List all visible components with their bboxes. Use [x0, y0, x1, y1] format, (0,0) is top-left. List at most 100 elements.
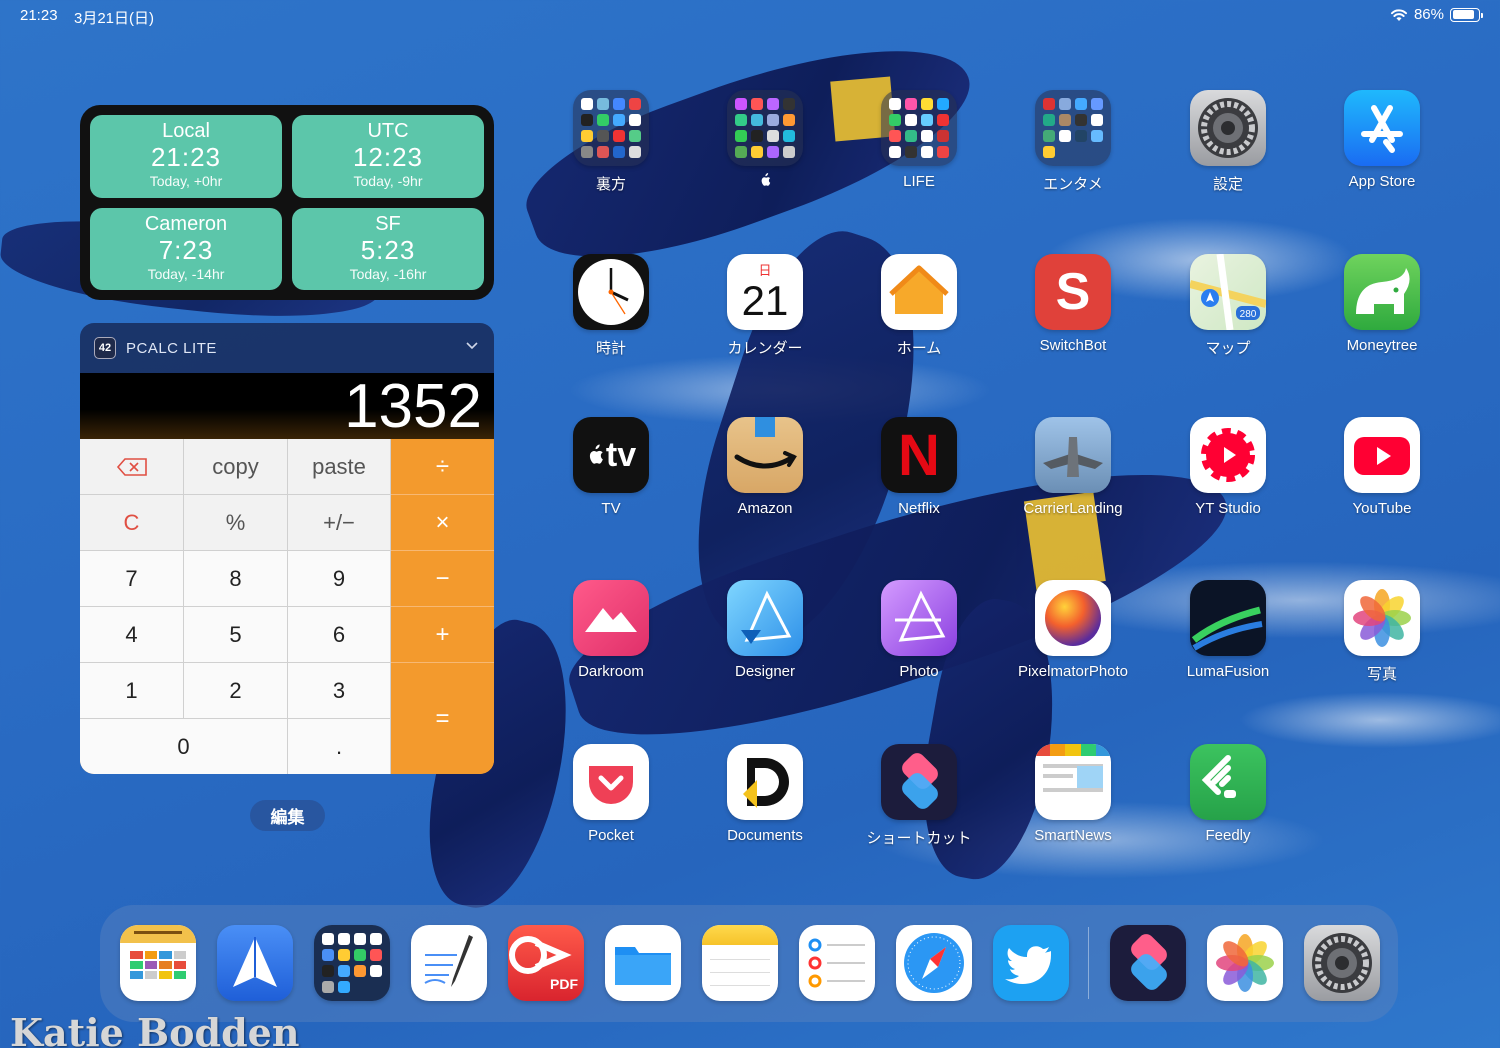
clock-offset: Today, -14hr: [147, 265, 225, 282]
digit-6-button[interactable]: 6: [288, 607, 391, 663]
app-calendar[interactable]: 日 21 カレンダー: [705, 254, 825, 358]
digit-0-button[interactable]: 0: [80, 719, 288, 774]
affinity-photo-icon: [881, 580, 957, 656]
app-pixelmator[interactable]: PixelmatorPhoto: [1013, 580, 1133, 680]
app-switchbot[interactable]: S SwitchBot: [1013, 254, 1133, 354]
app-folder-life[interactable]: LIFE: [859, 90, 979, 190]
app-ytstudio[interactable]: YT Studio: [1168, 417, 1288, 517]
digit-5-button[interactable]: 5: [184, 607, 288, 663]
clear-button[interactable]: C: [80, 495, 184, 551]
settings-gear-icon: [1190, 90, 1266, 166]
app-shortcuts[interactable]: ショートカット: [859, 744, 979, 848]
app-label: Documents: [727, 827, 803, 844]
digit-1-button[interactable]: 1: [80, 663, 184, 719]
status-time: 21:23: [20, 7, 58, 24]
backspace-icon: [116, 457, 147, 476]
dock-settings[interactable]: [1304, 925, 1380, 1001]
app-youtube[interactable]: YouTube: [1322, 417, 1442, 517]
app-label: Designer: [734, 663, 796, 680]
dock-spark[interactable]: [217, 925, 293, 1001]
app-photos[interactable]: 写真: [1322, 580, 1442, 684]
dock-twitter[interactable]: [993, 925, 1069, 1001]
sign-button[interactable]: +/−: [288, 495, 391, 551]
pcalc-logo-icon: 42: [94, 337, 116, 359]
app-pocket[interactable]: Pocket: [551, 744, 671, 844]
pdf-icon: PDF: [509, 936, 578, 992]
app-carrierlanding[interactable]: CarrierLanding: [1013, 417, 1133, 517]
edit-widgets-button[interactable]: 編集: [250, 800, 325, 831]
digit-2-button[interactable]: 2: [184, 663, 288, 719]
dock-safari[interactable]: [896, 925, 972, 1001]
status-date: 3月21日(日): [74, 10, 155, 27]
dock-pdf-expert[interactable]: PDF: [508, 925, 584, 1001]
dock-divider: [1088, 927, 1089, 999]
backspace-button[interactable]: [80, 439, 184, 495]
apple-logo-icon: [705, 173, 825, 191]
app-settings[interactable]: 設定: [1168, 90, 1288, 194]
app-photo[interactable]: Photo: [859, 580, 979, 680]
app-moneytree[interactable]: Moneytree: [1322, 254, 1442, 354]
watermark: Katie Bodden: [10, 1010, 300, 1048]
app-amazon[interactable]: Amazon: [705, 417, 825, 517]
chevron-down-icon[interactable]: [466, 339, 478, 351]
dock-reminders[interactable]: [799, 925, 875, 1001]
calc-header: 42 PCALC LITE: [80, 323, 494, 373]
clock-tile-utc: UTC 12:23 Today, -9hr: [292, 115, 484, 198]
pocket-icon: [573, 744, 649, 820]
app-feedly[interactable]: Feedly: [1168, 744, 1288, 844]
app-folder-entame[interactable]: エンタメ: [1013, 90, 1133, 194]
app-netflix[interactable]: N Netflix: [859, 417, 979, 517]
dock-files[interactable]: [605, 925, 681, 1001]
calendar-grid-icon: [120, 925, 196, 1001]
app-label: Netflix: [898, 500, 940, 517]
dock-goodnotes[interactable]: [411, 925, 487, 1001]
dock-shortcuts[interactable]: [1110, 925, 1186, 1001]
reminders-icon: [808, 938, 865, 988]
equals-button[interactable]: =: [391, 663, 494, 774]
photos-flower-icon: [1344, 580, 1420, 656]
lumafusion-icon: [1190, 580, 1266, 656]
digit-4-button[interactable]: 4: [80, 607, 184, 663]
dock-folder[interactable]: [314, 925, 390, 1001]
pdf-label: PDF: [550, 976, 578, 992]
app-darkroom[interactable]: Darkroom: [551, 580, 671, 680]
multiply-button[interactable]: ×: [391, 495, 494, 551]
app-label: Feedly: [1205, 827, 1251, 844]
folder-icon: [1035, 90, 1111, 166]
digit-7-button[interactable]: 7: [80, 551, 184, 607]
app-designer[interactable]: Designer: [705, 580, 825, 680]
digit-9-button[interactable]: 9: [288, 551, 391, 607]
minus-button[interactable]: −: [391, 551, 494, 607]
copy-button[interactable]: copy: [184, 439, 288, 495]
calendar-date: 21: [741, 277, 789, 324]
status-bar: 21:23 3月21日(日) 86%: [0, 0, 1500, 30]
app-clock[interactable]: 時計: [551, 254, 671, 358]
app-folder-apple[interactable]: [705, 90, 825, 191]
app-tv[interactable]: tv TV: [551, 417, 671, 517]
percent-button[interactable]: %: [184, 495, 288, 551]
netflix-icon: N: [881, 417, 957, 493]
paste-button[interactable]: paste: [288, 439, 391, 495]
dock-notes[interactable]: [702, 925, 778, 1001]
plus-button[interactable]: +: [391, 607, 494, 663]
app-maps[interactable]: 280 マップ: [1168, 254, 1288, 358]
app-label: YouTube: [1352, 500, 1412, 517]
divide-button[interactable]: ÷: [391, 439, 494, 495]
app-folder-ura[interactable]: 裏方: [551, 90, 671, 194]
decimal-button[interactable]: .: [288, 719, 391, 774]
dock-photos[interactable]: [1207, 925, 1283, 1001]
world-clock-widget[interactable]: Local 21:23 Today, +0hr UTC 12:23 Today,…: [80, 105, 494, 300]
app-home[interactable]: ホーム: [859, 254, 979, 358]
folder-icon: [573, 90, 649, 166]
switchbot-letter: S: [1055, 263, 1091, 321]
digit-3-button[interactable]: 3: [288, 663, 391, 719]
app-smartnews[interactable]: SmartNews: [1013, 744, 1133, 844]
app-appstore[interactable]: App Store: [1322, 90, 1442, 190]
app-label: 写真: [1366, 666, 1397, 683]
app-label: SwitchBot: [1039, 337, 1107, 354]
digit-8-button[interactable]: 8: [184, 551, 288, 607]
app-lumafusion[interactable]: LumaFusion: [1168, 580, 1288, 680]
app-label: PixelmatorPhoto: [1017, 663, 1129, 680]
app-documents[interactable]: Documents: [705, 744, 825, 844]
dock-fantastical[interactable]: [120, 925, 196, 1001]
